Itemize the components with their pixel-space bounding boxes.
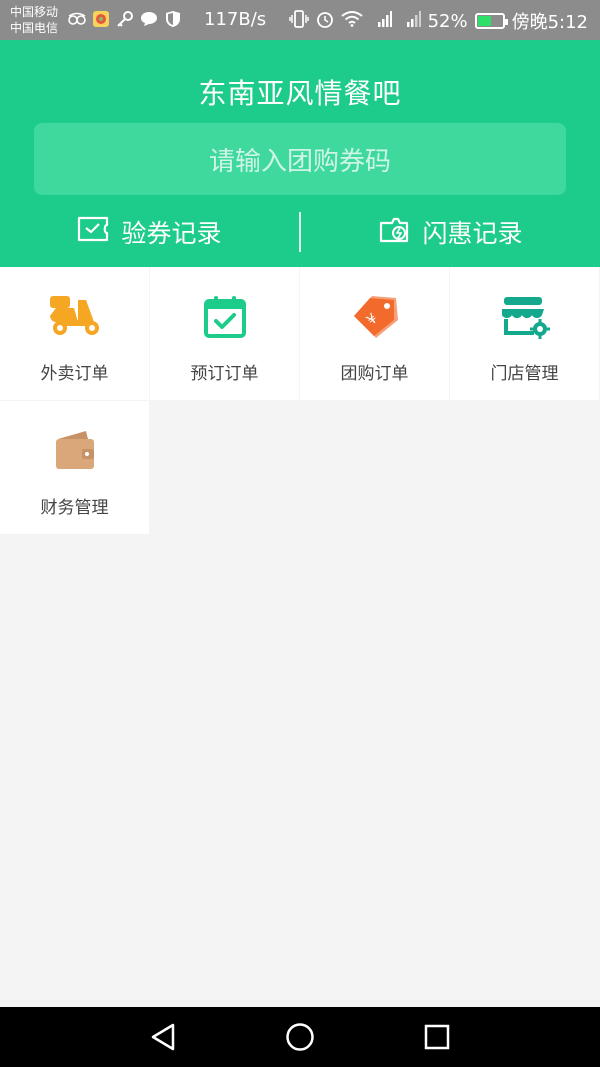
recents-square-icon <box>424 1024 449 1050</box>
glasses-icon <box>68 10 86 28</box>
carrier-2: 中国电信 <box>10 21 59 35</box>
ticket-check-icon <box>77 216 109 248</box>
finance-management-tile[interactable]: 财务管理 <box>0 401 149 534</box>
alarm-icon <box>316 10 334 33</box>
app-icon <box>92 10 110 28</box>
battery-percent: 52% <box>427 10 468 32</box>
signal-2g-icon <box>370 10 392 33</box>
verify-records-button[interactable]: 验券记录 <box>0 214 299 250</box>
recents-button[interactable] <box>417 1017 457 1057</box>
vibrate-icon <box>288 9 309 33</box>
network-speed: 117B/s <box>204 9 267 30</box>
battery-icon <box>474 13 508 29</box>
bag-lightning-icon <box>378 215 410 249</box>
back-triangle-icon <box>152 1023 175 1051</box>
wifi-icon <box>340 10 363 32</box>
carriers: 中国移动 中国电信 <box>10 4 58 36</box>
store-title: 东南亚风情餐吧 <box>198 77 402 110</box>
coupon-code-placeholder: 请输入团购券码 <box>208 146 391 177</box>
home-circle-icon <box>286 1023 314 1051</box>
store-settings-icon <box>498 293 552 341</box>
signal-4g-icon <box>399 10 421 33</box>
battery-level <box>477 16 492 26</box>
shield-icon <box>164 10 182 28</box>
price-tag-icon: ¥ <box>348 293 402 341</box>
clock: 傍晚5:12 <box>511 12 588 33</box>
wallet-icon <box>48 427 102 475</box>
store-management-label: 门店管理 <box>490 364 559 384</box>
header: 东南亚风情餐吧 请输入团购券码 验券记录 闪惠记录 <box>0 40 600 267</box>
back-button[interactable] <box>143 1017 183 1057</box>
coupon-code-input[interactable]: 请输入团购券码 <box>34 123 566 195</box>
carrier-1: 中国移动 <box>10 5 59 19</box>
key-icon <box>116 10 134 28</box>
group-buy-orders-tile[interactable]: ¥ 团购订单 <box>300 267 449 400</box>
takeout-orders-tile[interactable]: 外卖订单 <box>0 267 149 400</box>
scooter-icon <box>48 293 102 341</box>
reservation-orders-tile[interactable]: 预订订单 <box>150 267 299 400</box>
notification-icons <box>68 10 182 28</box>
status-bar: 中国移动 中国电信 117B/s 52% 傍晚5:12 <box>0 0 600 40</box>
store-management-tile[interactable]: 门店管理 <box>450 267 599 400</box>
calendar-check-icon <box>198 293 252 341</box>
takeout-orders-label: 外卖订单 <box>40 364 109 384</box>
record-links: 验券记录 闪惠记录 <box>0 208 600 256</box>
status-right: 52% 傍晚5:12 <box>288 8 588 34</box>
reservation-orders-label: 预订订单 <box>190 364 259 384</box>
finance-management-label: 财务管理 <box>40 498 109 518</box>
navigation-bar <box>0 1007 600 1067</box>
verify-records-label: 验券记录 <box>121 219 222 248</box>
chat-icon <box>140 10 158 28</box>
home-button[interactable] <box>280 1017 320 1057</box>
flash-discount-records-label: 闪惠记录 <box>422 219 523 248</box>
flash-discount-records-button[interactable]: 闪惠记录 <box>301 214 600 250</box>
group-buy-orders-label: 团购订单 <box>340 364 409 384</box>
